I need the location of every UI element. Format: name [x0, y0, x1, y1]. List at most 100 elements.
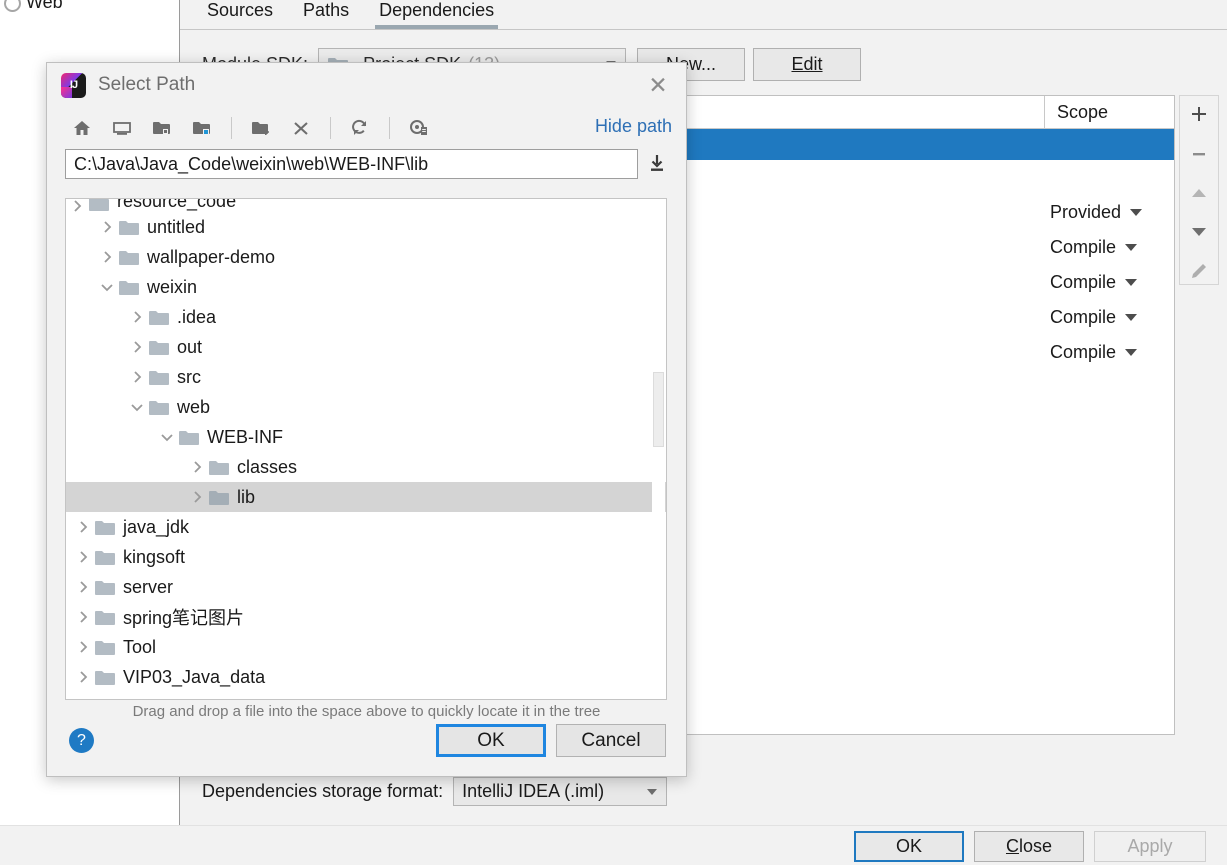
tree-row-selected[interactable]: lib [66, 482, 666, 512]
home-icon[interactable] [65, 113, 99, 143]
tree-row[interactable]: .idea [66, 302, 666, 332]
folder-icon [94, 519, 116, 536]
path-history-icon[interactable] [646, 151, 668, 177]
tree-row-label: WEB-INF [207, 426, 283, 447]
chevron-right-icon[interactable] [72, 671, 94, 683]
new-folder-icon[interactable] [244, 113, 278, 143]
tree-row[interactable]: web [66, 392, 666, 422]
tree-row[interactable]: VIP03_Java_data [66, 662, 666, 692]
tree-row[interactable]: Tool [66, 632, 666, 662]
close-icon[interactable]: ✕ [646, 72, 670, 98]
directory-tree[interactable]: resource_code untitled wallpaper-demo we… [65, 198, 667, 700]
chevron-right-icon[interactable] [126, 311, 148, 323]
tree-row[interactable]: server [66, 572, 666, 602]
row-scope[interactable]: Compile [1044, 237, 1174, 258]
chevron-right-icon[interactable] [126, 371, 148, 383]
dialog-cancel-button[interactable]: Cancel [556, 724, 666, 757]
module-tabs[interactable]: Sources Paths Dependencies [180, 0, 1227, 30]
path-row: C:\Java\Java_Code\weixin\web\WEB-INF\lib [47, 149, 686, 179]
folder-icon [148, 369, 170, 386]
folder-project-icon[interactable] [145, 113, 179, 143]
folder-icon [94, 669, 116, 686]
chevron-down-icon[interactable] [1125, 349, 1138, 356]
add-icon[interactable] [1185, 102, 1213, 126]
edit-sdk-button[interactable]: Edit [753, 48, 861, 81]
scope-value: Compile [1050, 272, 1117, 292]
folder-module-icon[interactable] [185, 113, 219, 143]
chevron-down-icon[interactable] [1130, 209, 1143, 216]
tab-paths[interactable]: Paths [303, 0, 349, 29]
tree-row[interactable]: weixin [66, 272, 666, 302]
apply-button: Apply [1094, 831, 1206, 862]
tree-row[interactable]: out [66, 332, 666, 362]
folder-icon [94, 579, 116, 596]
row-scope[interactable]: Compile [1044, 272, 1174, 293]
dialog-titlebar: Select Path ✕ [47, 63, 686, 107]
desktop-icon[interactable] [105, 113, 139, 143]
tree-scrollbar[interactable] [652, 200, 665, 698]
tree-scrollbar-thumb[interactable] [653, 372, 664, 447]
tab-dependencies[interactable]: Dependencies [375, 0, 499, 29]
hide-path-link[interactable]: Hide path [595, 116, 672, 137]
row-scope[interactable]: Compile [1044, 307, 1174, 328]
tree-row[interactable]: java_jdk [66, 512, 666, 542]
refresh-icon[interactable] [343, 113, 377, 143]
tree-row-label: VIP03_Java_data [123, 666, 266, 687]
tree-row[interactable]: wallpaper-demo [66, 242, 666, 272]
folder-icon [94, 549, 116, 566]
chevron-right-icon[interactable] [72, 641, 94, 653]
ok-button[interactable]: OK [854, 831, 964, 862]
dialog-toolbar[interactable]: Hide path [47, 107, 686, 149]
chevron-right-icon[interactable] [72, 551, 94, 563]
chevron-right-icon[interactable] [186, 491, 208, 503]
tree-row[interactable]: classes [66, 452, 666, 482]
tree-row-label: lib [237, 486, 256, 507]
chevron-down-icon[interactable] [1125, 314, 1138, 321]
sidebar-item-web[interactable]: Web [4, 0, 63, 13]
folder-icon [148, 339, 170, 356]
chevron-right-icon[interactable] [96, 251, 118, 263]
chevron-right-icon[interactable] [186, 461, 208, 473]
move-up-icon[interactable] [1185, 181, 1213, 205]
row-scope[interactable]: Compile [1044, 342, 1174, 363]
tree-row[interactable]: src [66, 362, 666, 392]
chevron-down-icon[interactable] [96, 282, 118, 292]
chevron-down-icon[interactable] [1125, 279, 1138, 286]
dependencies-storage-row: Dependencies storage format: IntelliJ ID… [202, 777, 668, 806]
chevron-right-icon[interactable] [72, 611, 94, 623]
dependencies-side-toolbar[interactable] [1179, 95, 1219, 285]
chevron-right-icon[interactable] [96, 221, 118, 233]
dialog-ok-button[interactable]: OK [436, 724, 546, 757]
folder-icon [94, 609, 116, 626]
tree-row[interactable]: untitled [66, 212, 666, 242]
chevron-right-icon[interactable] [66, 200, 88, 212]
storage-format-combo[interactable]: IntelliJ IDEA (.iml) [453, 777, 668, 806]
tree-row[interactable]: kingsoft [66, 542, 666, 572]
module-circle-icon [4, 0, 21, 12]
close-button[interactable]: Close [974, 831, 1084, 862]
edit-pencil-icon[interactable] [1185, 260, 1213, 284]
folder-icon [178, 429, 200, 446]
tab-sources[interactable]: Sources [207, 0, 273, 29]
tree-row-label: java_jdk [123, 516, 190, 537]
tree-row[interactable]: resource_code [66, 199, 666, 212]
path-input[interactable]: C:\Java\Java_Code\weixin\web\WEB-INF\lib [65, 149, 638, 179]
show-hidden-icon[interactable] [402, 113, 436, 143]
chevron-down-icon[interactable] [1125, 244, 1138, 251]
chevron-down-icon[interactable] [647, 789, 658, 795]
tree-row[interactable]: spring笔记图片 [66, 602, 666, 632]
storage-format-value: IntelliJ IDEA (.iml) [462, 781, 605, 801]
chevron-down-icon[interactable] [126, 402, 148, 412]
remove-icon[interactable] [1185, 141, 1213, 165]
folder-icon [208, 459, 230, 476]
chevron-right-icon[interactable] [126, 341, 148, 353]
move-down-icon[interactable] [1185, 220, 1213, 244]
help-icon[interactable]: ? [69, 728, 94, 753]
chevron-right-icon[interactable] [72, 581, 94, 593]
close-label-rest: lose [1018, 836, 1053, 856]
row-scope[interactable]: Provided [1044, 202, 1174, 223]
chevron-right-icon[interactable] [72, 521, 94, 533]
delete-icon[interactable] [284, 113, 318, 143]
chevron-down-icon[interactable] [156, 432, 178, 442]
tree-row[interactable]: WEB-INF [66, 422, 666, 452]
